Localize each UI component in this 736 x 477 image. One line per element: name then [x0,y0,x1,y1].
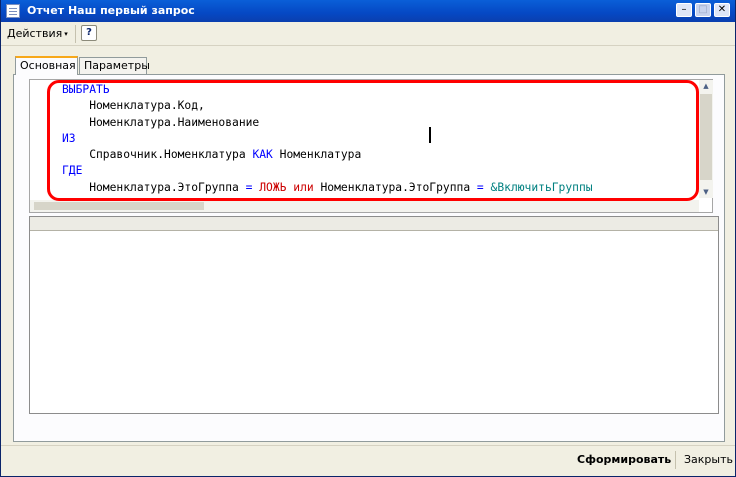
tab-parameters[interactable]: Параметры [79,57,150,75]
minimize-button[interactable]: – [676,3,692,17]
toolbar-divider [75,25,76,43]
bottom-divider [675,451,676,469]
result-header-row [30,217,718,231]
report-form-icon [6,4,20,18]
actions-label: Действия [7,27,63,40]
query-line: ГДЕ [62,163,593,179]
query-token: Номенклатура.ЭтоГруппа [313,180,477,194]
help-button[interactable]: ? [81,25,97,41]
vertical-scroll-thumb[interactable] [700,94,712,180]
generate-button[interactable]: Сформировать [577,453,671,466]
query-line: Номенклатура.Наименование [62,115,593,131]
scroll-up-icon[interactable]: ▲ [699,80,713,92]
bottom-bar: Сформировать Закрыть [1,445,735,475]
query-token: КАК [252,148,273,162]
query-token: &ВключитьГруппы [483,180,593,194]
query-token: ИЗ [62,131,76,145]
horizontal-scroll-thumb[interactable] [34,202,204,210]
close-window-button[interactable]: ✕ [714,3,730,17]
scroll-down-icon[interactable]: ▼ [699,186,713,198]
editor-horizontal-scrollbar[interactable] [30,200,699,212]
query-token: ВЫБРАТЬ [62,83,110,96]
text-cursor [429,127,431,143]
tab-main[interactable]: Основная [15,56,78,75]
chevron-down-icon: ▾ [64,30,68,38]
query-line: Номенклатура.Код, [62,98,593,114]
query-token: или [286,180,314,194]
query-token: ЛОЖЬ [252,180,287,194]
maximize-button[interactable]: □ [695,3,711,17]
result-spreadsheet[interactable] [29,216,719,414]
actions-menu-button[interactable]: Действия ▾ [7,26,68,42]
title-bar[interactable]: Отчет Наш первый запрос – □ ✕ [1,0,735,22]
close-button[interactable]: Закрыть [684,453,733,466]
query-text: ВЫБРАТЬ Номенклатура.Код, Номенклатура.Н… [62,82,593,196]
query-line: Номенклатура.ЭтоГруппа = ЛОЖЬ или Номенк… [62,180,593,196]
query-text-editor[interactable]: ВЫБРАТЬ Номенклатура.Код, Номенклатура.Н… [29,79,713,213]
editor-vertical-scrollbar[interactable]: ▲ ▼ [699,80,713,198]
query-line: Справочник.Номенклатура КАК Номенклатура [62,147,593,163]
query-line: ВЫБРАТЬ [62,82,593,98]
window-title: Отчет Наш первый запрос [27,4,195,17]
query-token: Номенклатура.Наименование [62,115,260,129]
query-line: ИЗ [62,131,593,147]
query-token: Номенклатура.ЭтоГруппа [62,180,246,194]
query-token: Номенклатура.Код, [62,99,205,113]
query-token: ГДЕ [62,164,83,178]
query-token: Справочник.Номенклатура [62,148,253,162]
report-window: Отчет Наш первый запрос – □ ✕ Действия ▾ … [0,0,736,477]
query-token: Номенклатура [272,148,362,162]
toolbar: Действия ▾ ? [1,22,735,46]
query-token: = [476,180,484,194]
